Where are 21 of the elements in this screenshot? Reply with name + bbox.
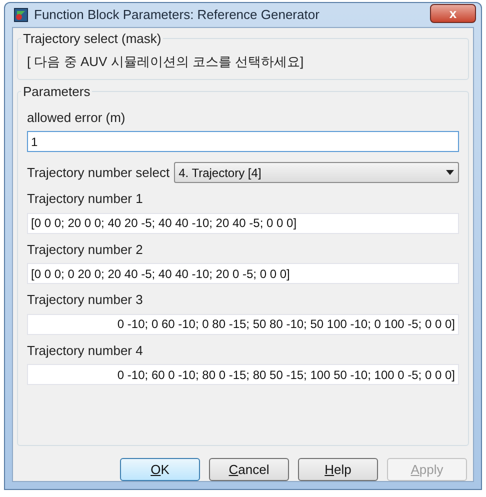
group-title: Parameters <box>22 83 92 101</box>
field-label: Trajectory number select <box>27 164 170 182</box>
field-label: Trajectory number 2 <box>27 240 144 259</box>
description-text: [ 다음 중 AUV 시뮬레이션의 코스를 선택하세요] <box>27 52 305 71</box>
field-label: Trajectory number 4 <box>27 342 144 360</box>
input-field[interactable]: 0 -10; 0 60 -10; 0 80 -15; 50 80 -10; 50 100 -10; 0 100 -5; 0 0 0] <box>27 314 459 334</box>
dialog-button[interactable]: Help <box>298 458 378 481</box>
dialog-button[interactable]: OK <box>120 458 200 481</box>
dialog-button[interactable]: Cancel <box>209 458 289 481</box>
app-icon <box>14 8 28 22</box>
dropdown[interactable]: 4. Trajectory [4] <box>174 162 459 183</box>
input-field[interactable]: [0 0 0; 0 20 0; 20 40 -5; 40 40 -10; 20 0 -5; 0 0 0] <box>27 263 459 284</box>
window-title: Function Block Parameters: Reference Generator <box>34 6 320 24</box>
group-title: Trajectory select (mask) <box>22 30 162 48</box>
field-label: Trajectory number 3 <box>27 291 144 309</box>
input-field[interactable]: [0 0 0; 20 0 0; 40 20 -5; 40 40 -10; 20 40 -5; 0 0 0] <box>27 212 459 234</box>
field-label: Trajectory number 1 <box>27 190 144 208</box>
input-field[interactable]: 0 -10; 60 0 -10; 80 0 -15; 80 50 -15; 100 50 -10; 100 0 -5; 0 0 0] <box>27 364 459 385</box>
input-field[interactable]: 1 <box>27 131 459 152</box>
caret-icon <box>446 170 454 175</box>
field-label: allowed error (m) <box>27 108 126 127</box>
